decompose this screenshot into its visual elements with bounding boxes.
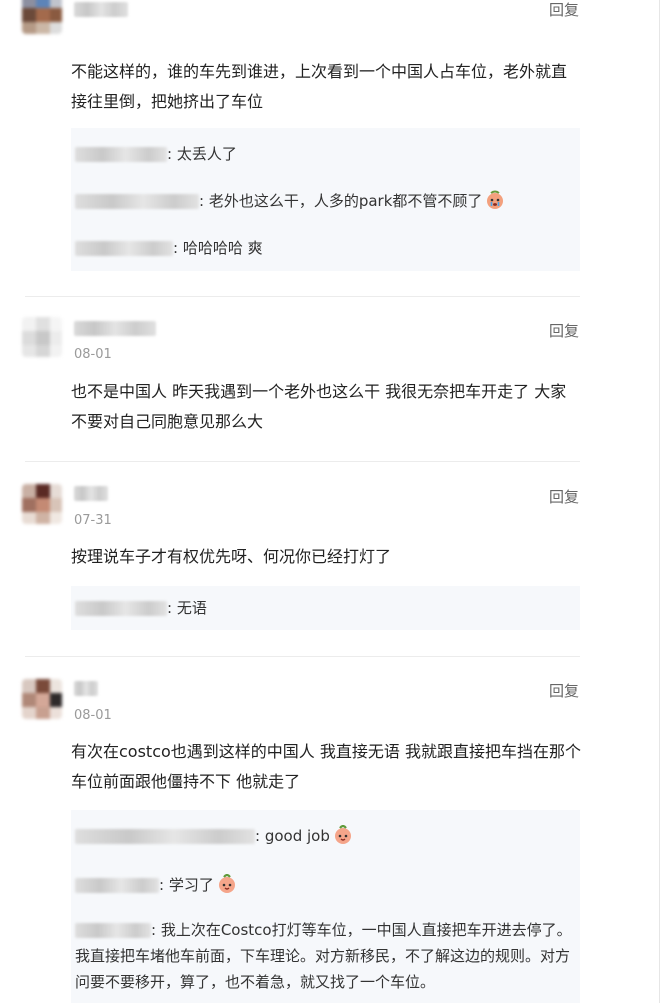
reply-item: : 学习了: [75, 872, 575, 898]
crying-face-icon: [485, 190, 505, 210]
username-redacted[interactable]: [74, 681, 98, 696]
reply-username-redacted[interactable]: [75, 923, 151, 938]
reply-username-redacted[interactable]: [75, 878, 159, 893]
reply-text: : 无语: [167, 599, 207, 617]
reply-list: : 太丢人了 : 老外也这么干，人多的park都不管不顾了 : 哈哈哈哈 爽: [71, 128, 580, 271]
reply-list: : good job : 学习了 : 我上次在Costco打灯等车位，一中国人直…: [71, 810, 580, 1003]
comment-item: 07-31 回复 按理说车子才有权优先呀、何况你已经打灯了 : 无语: [0, 462, 660, 656]
comment-date: 07-31: [74, 513, 112, 528]
comment-item: 回复 不能这样的，谁的车先到谁进，上次看到一个中国人占车位，老外就直接往里倒，把…: [0, 0, 660, 296]
avatar[interactable]: [22, 484, 62, 524]
comment-date: 08-01: [74, 708, 112, 723]
reply-username-redacted[interactable]: [75, 241, 173, 256]
reply-item: : 太丢人了: [75, 141, 575, 167]
comment-item: 08-01 回复 也不是中国人 昨天我遇到一个老外也这么干 我很无奈把车开走了 …: [0, 297, 660, 461]
username-redacted[interactable]: [74, 486, 108, 501]
comment-text: 有次在costco也遇到这样的中国人 我直接无语 我就跟直接把车挡在那个车位前面…: [71, 742, 581, 791]
comment-text: 按理说车子才有权优先呀、何况你已经打灯了: [71, 547, 392, 566]
reply-username-redacted[interactable]: [75, 601, 167, 616]
avatar[interactable]: [22, 0, 62, 34]
reply-username-redacted[interactable]: [75, 194, 199, 209]
avatar[interactable]: [22, 679, 62, 719]
reply-button[interactable]: 回复: [549, 486, 579, 507]
comment-text: 不能这样的，谁的车先到谁进，上次看到一个中国人占车位，老外就直接往里倒，把她挤出…: [71, 62, 568, 111]
reply-text: : 学习了: [159, 876, 214, 894]
reply-button[interactable]: 回复: [549, 0, 579, 20]
peach-face-icon: [333, 824, 353, 845]
reply-text: : 老外也这么干，人多的park都不管不顾了: [199, 192, 483, 210]
reply-text: : 太丢人了: [167, 145, 237, 163]
reply-item: : 无语: [75, 595, 575, 621]
reply-button[interactable]: 回复: [549, 680, 579, 701]
reply-text: : 哈哈哈哈 爽: [173, 239, 263, 257]
username-redacted[interactable]: [74, 321, 156, 336]
reply-item: : 哈哈哈哈 爽: [75, 235, 575, 261]
reply-item: : 我上次在Costco打灯等车位，一中国人直接把车开进去停了。我直接把车堵他车…: [75, 917, 575, 995]
avatar[interactable]: [22, 317, 62, 357]
peach-face-icon: [217, 873, 237, 894]
reply-item: : 老外也这么干，人多的park都不管不顾了: [75, 188, 575, 214]
username-redacted[interactable]: [74, 2, 128, 17]
reply-button[interactable]: 回复: [549, 320, 579, 341]
reply-item: : good job: [75, 823, 575, 849]
reply-text: : good job: [255, 827, 330, 845]
reply-username-redacted[interactable]: [75, 829, 255, 844]
comment-text: 也不是中国人 昨天我遇到一个老外也这么干 我很无奈把车开走了 大家不要对自己同胞…: [71, 382, 567, 431]
reply-username-redacted[interactable]: [75, 147, 167, 162]
comment-item: 08-01 回复 有次在costco也遇到这样的中国人 我直接无语 我就跟直接把…: [0, 657, 660, 1003]
comment-date: 08-01: [74, 347, 112, 362]
reply-list: : 无语: [71, 586, 580, 630]
